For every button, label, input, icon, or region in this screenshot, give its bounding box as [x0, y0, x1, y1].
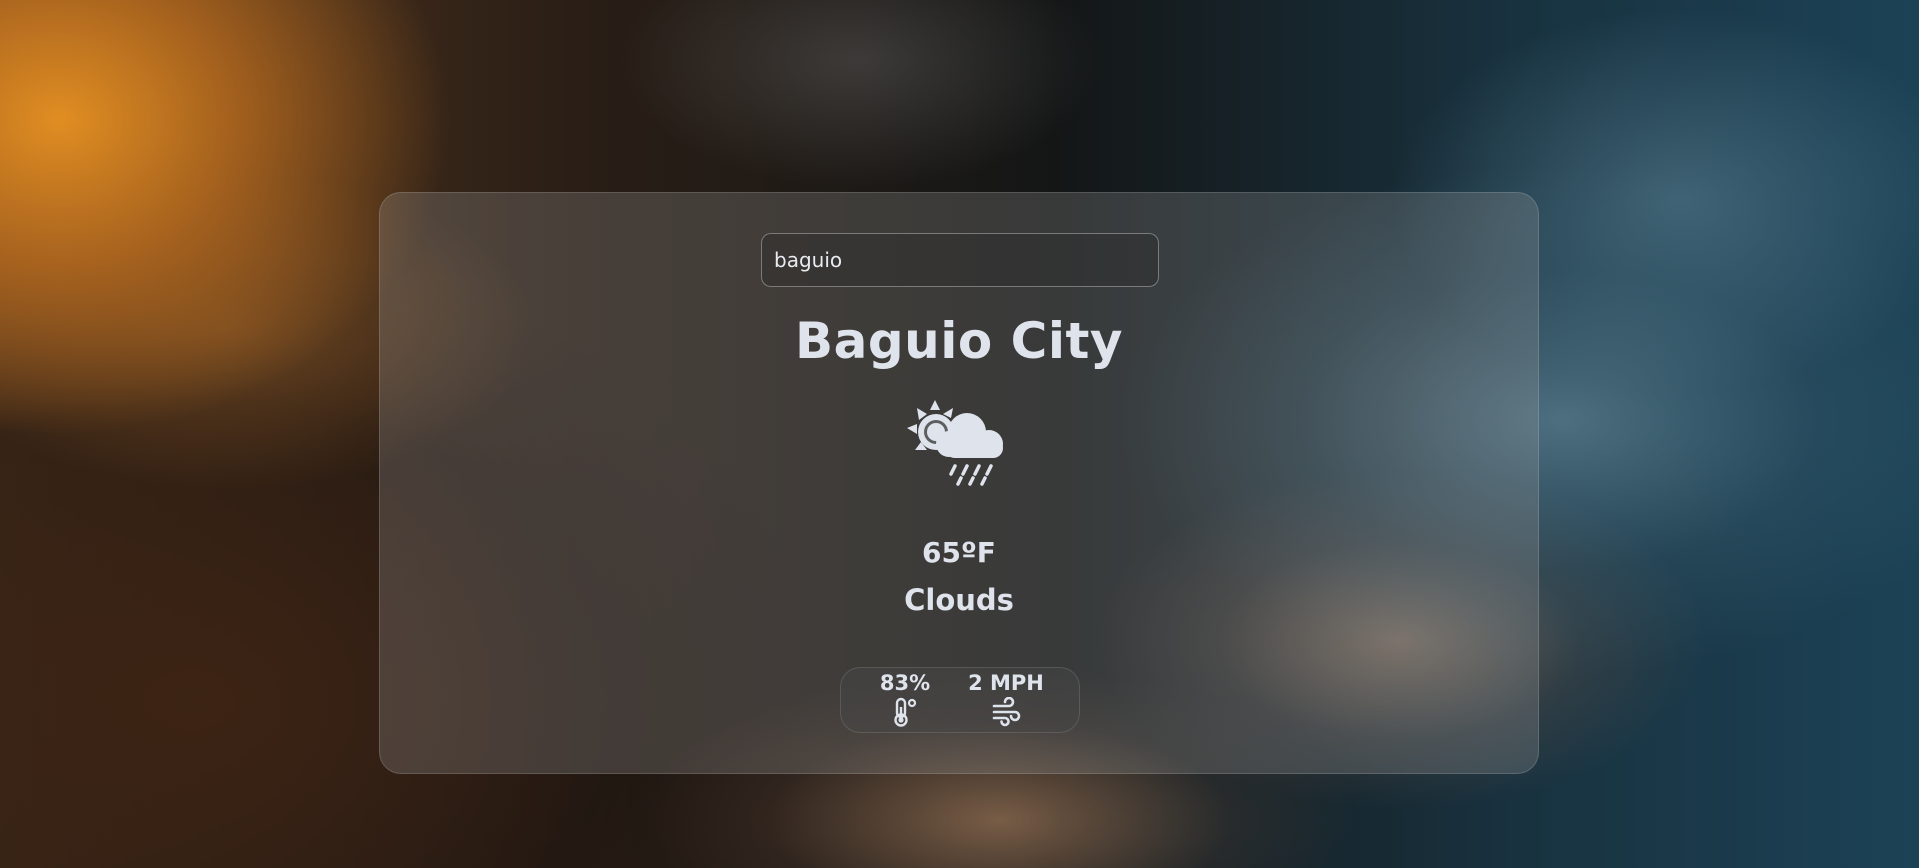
wind-stat: 2 MPH: [956, 668, 1056, 727]
city-search-input[interactable]: [761, 233, 1159, 287]
weather-condition: Clouds: [904, 583, 1014, 617]
weather-details-panel: 83% 2 MPH: [840, 667, 1080, 733]
thermometer-icon: [894, 697, 917, 727]
wind-icon: [992, 697, 1021, 727]
sun-cloud-rain-icon: [907, 400, 1003, 486]
temperature-value: 65ºF: [922, 536, 996, 569]
humidity-value: 83%: [879, 671, 931, 695]
humidity-stat: 83%: [855, 668, 955, 727]
city-name: Baguio City: [795, 312, 1123, 370]
wind-value: 2 MPH: [968, 671, 1044, 695]
